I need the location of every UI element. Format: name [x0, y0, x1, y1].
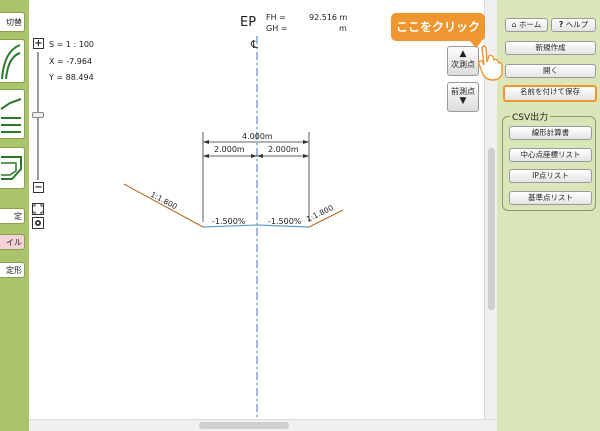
dim-right-label: 2.000m	[268, 145, 299, 154]
slope-line-left	[123, 183, 204, 228]
horizontal-scroll-thumb[interactable]	[199, 422, 289, 429]
dim-left-label: 2.000m	[214, 145, 245, 154]
slope-right-label: 1:1.800	[305, 203, 335, 224]
dim-arrow	[203, 154, 209, 158]
new-file-button[interactable]: 新規作成	[505, 41, 596, 55]
dim-arrow	[303, 140, 309, 144]
fh-label: FH =	[266, 13, 286, 22]
home-icon: ⌂	[511, 20, 517, 29]
csv-reference-points-button[interactable]: 基準点リスト	[509, 191, 592, 205]
y-coordinate: Y = 88.494	[49, 73, 94, 82]
horizontal-scrollbar[interactable]	[29, 419, 497, 431]
vertical-scroll-thumb[interactable]	[488, 148, 495, 310]
dim-arrow	[303, 154, 309, 158]
dim-arrow	[251, 154, 257, 158]
x-coordinate: X = -7.964	[49, 57, 93, 66]
pointing-hand-icon	[478, 45, 503, 81]
home-button[interactable]: ⌂ ホーム	[505, 18, 548, 32]
help-label: ヘルプ	[565, 20, 589, 29]
zoom-slider-handle[interactable]	[32, 112, 44, 118]
gh-label: GH =	[266, 24, 288, 33]
csv-ip-points-button[interactable]: IP点リスト	[509, 169, 592, 183]
home-label: ホーム	[518, 20, 542, 29]
fit-view-icon[interactable]	[32, 203, 44, 215]
prev-station-label: 前測点	[451, 87, 475, 96]
prev-station-button[interactable]: 前測点 ▼	[447, 82, 479, 112]
grade-left-label: -1.500%	[212, 217, 246, 226]
gear-icon[interactable]	[32, 217, 44, 229]
down-arrow-icon: ▼	[459, 96, 467, 106]
save-as-button[interactable]: 名前を付けて保存	[503, 85, 597, 102]
next-station-label: 次測点	[451, 60, 475, 69]
dim-arrow	[203, 140, 209, 144]
scale-readout: S = 1 : 100	[49, 40, 95, 49]
csv-output-title: CSV出力	[510, 110, 551, 123]
dim-total-label: 4.000m	[242, 132, 273, 141]
open-button[interactable]: 開く	[505, 64, 596, 78]
csv-alignment-report-button[interactable]: 線形計算書	[509, 126, 592, 140]
gh-value: m	[339, 24, 347, 33]
grade-right-label: -1.500%	[268, 217, 302, 226]
csv-center-coords-button[interactable]: 中心点座標リスト	[509, 148, 592, 162]
centerline-symbol: ℄	[250, 38, 258, 51]
zoom-out-button[interactable]: −	[33, 182, 44, 193]
click-here-callout: ここをクリック	[391, 13, 485, 41]
dim-arrow	[257, 154, 263, 158]
ep-label: EP	[240, 15, 257, 30]
help-button[interactable]: ? ヘルプ	[551, 18, 596, 32]
help-icon: ?	[558, 20, 564, 29]
zoom-in-button[interactable]: +	[33, 38, 44, 49]
fh-value: 92.516 m	[309, 13, 348, 22]
